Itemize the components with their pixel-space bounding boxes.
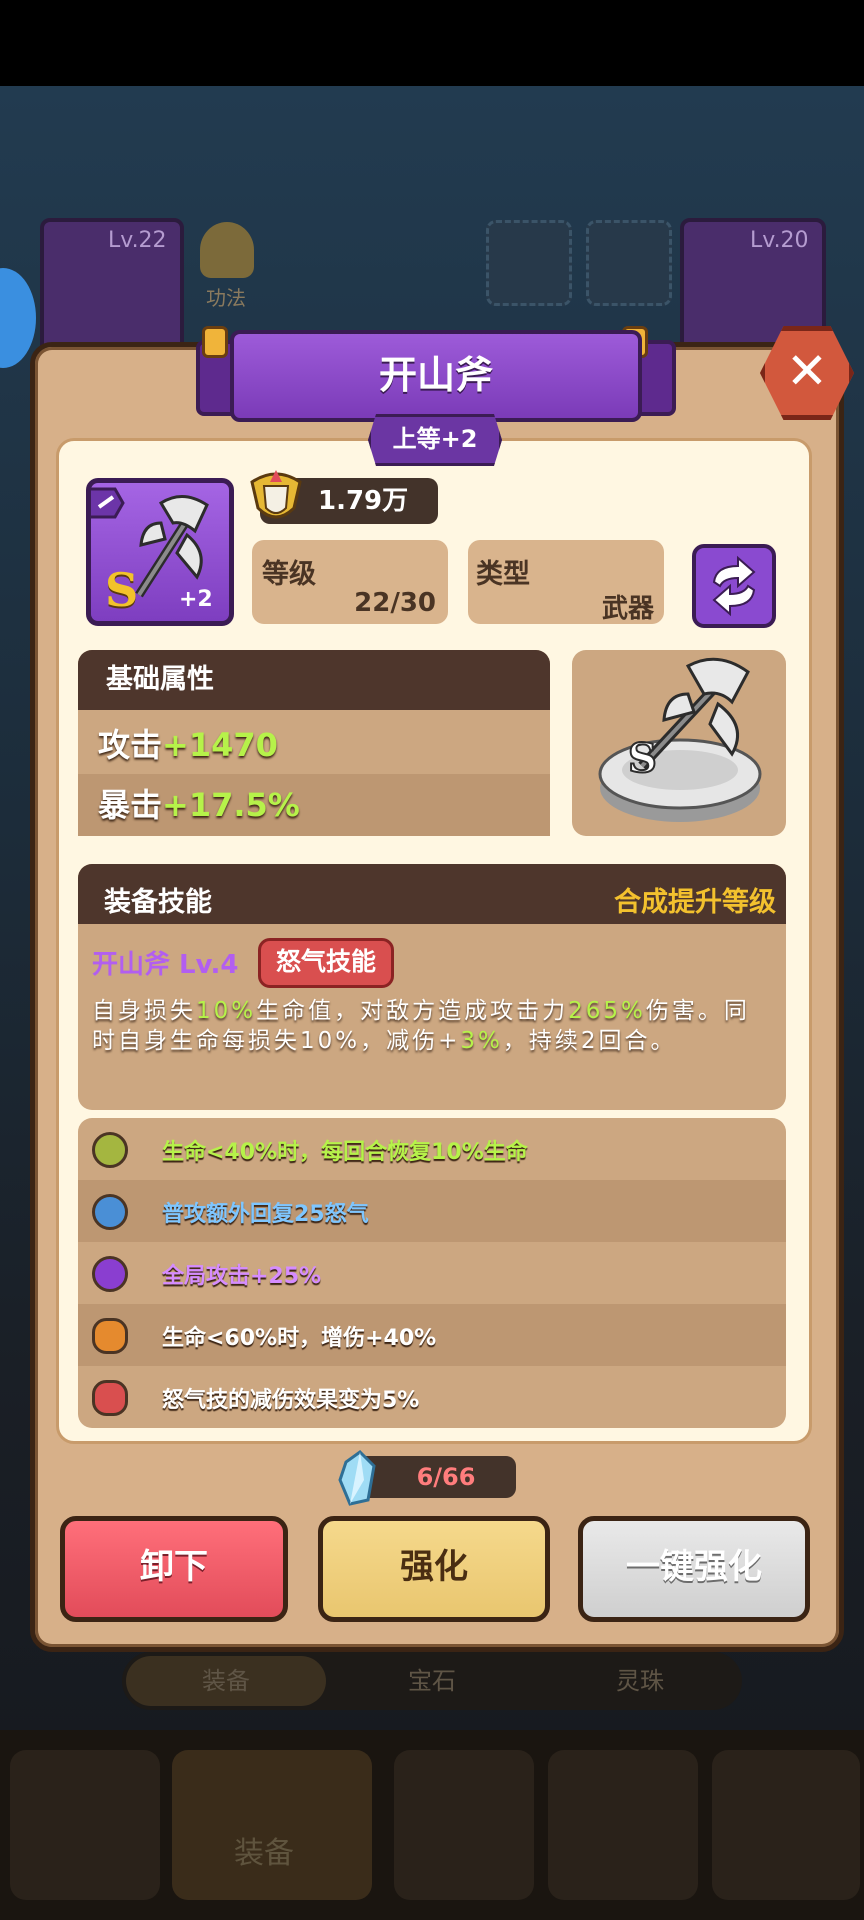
status-bar-area: [0, 0, 864, 86]
attr-name: 攻击: [98, 726, 163, 764]
slot-level: Lv.22: [108, 228, 167, 253]
item-preview: S: [572, 650, 786, 836]
trait-text: 生命<40%时，每回合恢复10%生命: [162, 1140, 528, 1165]
trophy-icon[interactable]: [200, 222, 254, 278]
nav-upgrade-icon[interactable]: [548, 1750, 698, 1900]
ribbon-knob: [202, 326, 228, 358]
level-value: 22/30: [354, 588, 436, 618]
trait-text: 全局攻击+25%: [162, 1264, 322, 1289]
unequip-button[interactable]: 卸下: [60, 1516, 288, 1622]
trait-text: 生命<60%时，增伤+40%: [162, 1326, 437, 1351]
attr-row: 攻击+1470: [78, 714, 550, 776]
level-box: 等级 22/30: [252, 540, 448, 624]
auto-enhance-button[interactable]: 一键强化: [578, 1516, 810, 1622]
type-label: 类型: [476, 559, 530, 590]
tab-gems[interactable]: 宝石: [332, 1656, 532, 1706]
nav-shop-icon[interactable]: [10, 1750, 160, 1900]
nav-chest-icon[interactable]: [712, 1750, 860, 1900]
attr-value: +1470: [162, 726, 278, 764]
skill-header-title: 装备技能: [104, 887, 212, 918]
gongfa-label: 功法: [206, 286, 246, 310]
nav-battle-icon[interactable]: [394, 1750, 534, 1900]
attr-row: 暴击+17.5%: [78, 774, 550, 836]
power-medal-icon: [250, 470, 302, 519]
type-value: 武器: [601, 594, 654, 624]
trait-dot-icon: [92, 1256, 128, 1292]
empty-slot[interactable]: [586, 220, 672, 306]
enhance-button[interactable]: 强化: [318, 1516, 550, 1622]
skill-upgrade-hint[interactable]: 合成提升等级: [614, 880, 776, 919]
trait-row: 怒气技的减伤效果变为5%: [78, 1366, 786, 1428]
trait-row: 生命<60%时，增伤+40%: [78, 1304, 786, 1366]
trait-row: 生命<40%时，每回合恢复10%生命: [78, 1118, 786, 1180]
nav-equipment[interactable]: 装备: [172, 1750, 372, 1900]
swap-icon: [712, 555, 756, 617]
trait-row: 普攻额外回复25怒气: [78, 1180, 786, 1242]
attr-value: +17.5%: [162, 786, 300, 824]
trait-text: 怒气技的减伤效果变为5%: [162, 1388, 420, 1413]
item-title: 开山斧: [230, 330, 642, 422]
crystal-icon: [338, 1450, 376, 1506]
skill-header: 装备技能 合成提升等级: [78, 864, 786, 924]
rage-skill-badge: 怒气技能: [258, 938, 394, 988]
base-attr-header: 基础属性: [78, 650, 550, 710]
type-box: 类型 武器: [468, 540, 664, 624]
trait-dot-icon: [92, 1132, 128, 1168]
attr-name: 暴击: [98, 786, 163, 824]
lock-icon: [92, 1380, 128, 1416]
axe-on-pedestal-icon: S: [598, 657, 762, 822]
item-icon: S +2: [86, 478, 234, 626]
nav-label: 装备: [234, 1836, 294, 1871]
skill-description: 自身损失10%生命值，对敌方造成攻击力265%伤害。同时自身生命每损失10%，减…: [92, 998, 750, 1054]
tab-equipment[interactable]: 装备: [126, 1656, 326, 1706]
lock-icon: [92, 1318, 128, 1354]
trait-row: 全局攻击+25%: [78, 1242, 786, 1304]
swap-button[interactable]: [692, 544, 776, 628]
skill-name: 开山斧 Lv.4: [92, 950, 239, 980]
item-plus: +2: [179, 587, 213, 612]
item-grade-badge: 上等+2: [368, 414, 502, 466]
svg-text:S: S: [628, 735, 657, 782]
empty-slot[interactable]: [486, 220, 572, 306]
item-rank: S: [105, 563, 139, 617]
tab-orbs[interactable]: 灵珠: [540, 1656, 740, 1706]
level-label: 等级: [262, 559, 316, 590]
trait-text: 普攻额外回复25怒气: [162, 1202, 369, 1227]
slot-level: Lv.20: [750, 228, 809, 253]
trait-dot-icon: [92, 1194, 128, 1230]
